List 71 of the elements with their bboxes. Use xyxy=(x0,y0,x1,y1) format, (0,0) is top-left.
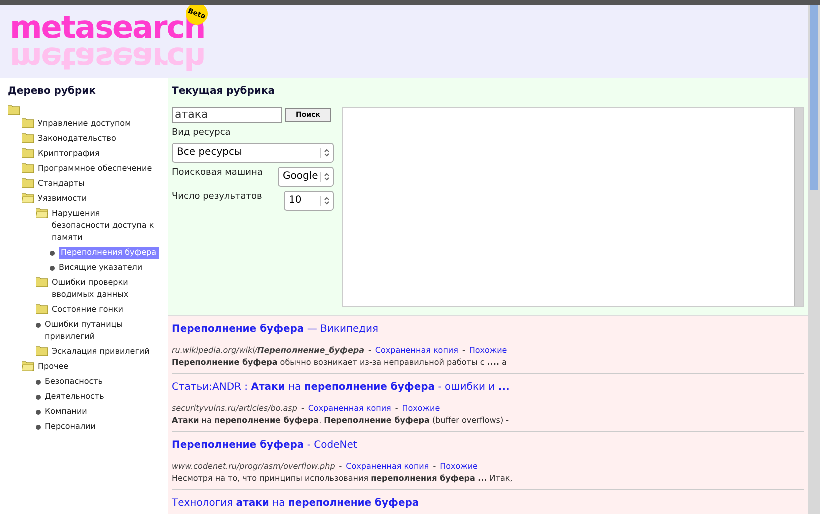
bullet-icon xyxy=(50,266,55,271)
panel-heading: Дерево рубрик xyxy=(8,85,97,99)
scrollbar[interactable] xyxy=(794,108,803,306)
folder-icon xyxy=(22,148,34,158)
folder-icon xyxy=(36,277,48,287)
window-scrollbar[interactable] xyxy=(808,5,820,514)
result-link[interactable]: Похожие xyxy=(469,345,508,357)
scrollbar-thumb[interactable] xyxy=(810,5,818,190)
folder-icon xyxy=(22,361,34,371)
folder-icon xyxy=(8,105,20,115)
separator-text: - xyxy=(301,403,304,415)
bullet-icon xyxy=(36,410,41,415)
folder-icon xyxy=(36,304,48,314)
result-link[interactable]: Сохраненная копия xyxy=(346,461,430,473)
resource-select[interactable]: Все ресурсы xyxy=(172,142,334,162)
folder-icon xyxy=(22,118,34,128)
bullet-icon xyxy=(36,425,41,430)
tree-item[interactable]: Стандарты xyxy=(38,178,85,190)
result-url: securityvulns.ru/articles/bo.asp xyxy=(172,403,298,415)
result-title-link[interactable]: Статьи:ANDR : Атаки на переполнение буфера - ошибки и ... xyxy=(172,380,804,395)
folder-icon xyxy=(36,208,48,218)
result-url: ru.wikipedia.org/wiki/Переполнение_буфера xyxy=(172,345,365,357)
tree-item[interactable]: Ошибки путаницы привилегий xyxy=(45,319,160,343)
bullet-icon xyxy=(50,251,55,256)
count-select[interactable]: 10 xyxy=(284,190,334,210)
separator-text: - xyxy=(339,461,342,473)
result-link[interactable]: Похожие xyxy=(440,461,478,473)
folder-icon xyxy=(22,193,34,203)
tree-item[interactable]: Нарушения безопасности доступа к памяти xyxy=(52,208,160,244)
result-title-link[interactable]: Переполнение буфера - CodeNet xyxy=(172,438,804,453)
separator-text: - xyxy=(462,345,466,357)
tree-item[interactable]: Криптография xyxy=(38,148,100,160)
tree-item[interactable]: Эскалация привилегий xyxy=(52,346,150,358)
field-label: Число результатов xyxy=(172,190,262,204)
folder-icon xyxy=(36,346,48,356)
result-snippet: Атаки на переполнение буфера. Переполнение буфера (buffer overflows) - xyxy=(172,415,510,427)
result-title-link[interactable]: Переполнение буфера — Википедия xyxy=(172,322,804,337)
result-title-link[interactable]: Технология атаки на переполнение буфера xyxy=(172,496,804,511)
tree-item[interactable]: Компании xyxy=(45,406,88,418)
result-link[interactable]: Похожие xyxy=(402,403,440,415)
engine-select[interactable]: Google xyxy=(278,166,334,186)
tree-item[interactable]: Деятельность xyxy=(45,391,104,403)
tree-item[interactable]: Программное обеспечение xyxy=(38,163,152,175)
separator-text: - xyxy=(395,403,398,415)
tree-item[interactable]: Персоналии xyxy=(45,421,96,433)
folder-icon xyxy=(22,163,34,173)
panel-heading: Текущая рубрика xyxy=(171,85,276,99)
result-link[interactable]: Сохраненная копия xyxy=(308,403,392,415)
bullet-icon xyxy=(36,323,41,328)
tree-item[interactable]: Безопасность xyxy=(45,376,103,388)
text-area[interactable] xyxy=(342,107,804,307)
bullet-icon xyxy=(36,380,41,385)
separator-text: - xyxy=(433,461,436,473)
search-field[interactable]: атака xyxy=(172,107,282,123)
result-url: www.codenet.ru/progr/asm/overflow.php xyxy=(172,461,336,473)
tree-item[interactable]: Висящие указатели xyxy=(59,262,143,274)
tree-item[interactable]: Ошибки проверки вводимых данных xyxy=(52,277,160,301)
field-label: Поисковая машина xyxy=(172,166,263,180)
tree-item[interactable]: Прочее xyxy=(38,361,69,373)
tree-item[interactable]: Состояние гонки xyxy=(52,304,124,316)
field-label: Вид ресурса xyxy=(172,127,232,140)
tree-item[interactable]: Законодательство xyxy=(38,133,116,145)
tree-item[interactable]: Уязвимости xyxy=(38,193,88,205)
result-snippet: Переполнение буфера обычно возникает из-за неправильной работы с .... а xyxy=(172,357,508,369)
folder-icon xyxy=(22,178,34,188)
bullet-icon xyxy=(36,395,41,400)
separator-text: - xyxy=(368,345,372,357)
folder-icon xyxy=(22,133,34,143)
result-snippet: Несмотря на то, что принципы использования переполнения буфера ... Итак, xyxy=(172,473,514,485)
result-link[interactable]: Сохраненная копия xyxy=(375,345,458,357)
tree-item[interactable]: Управление доступом xyxy=(38,118,132,130)
